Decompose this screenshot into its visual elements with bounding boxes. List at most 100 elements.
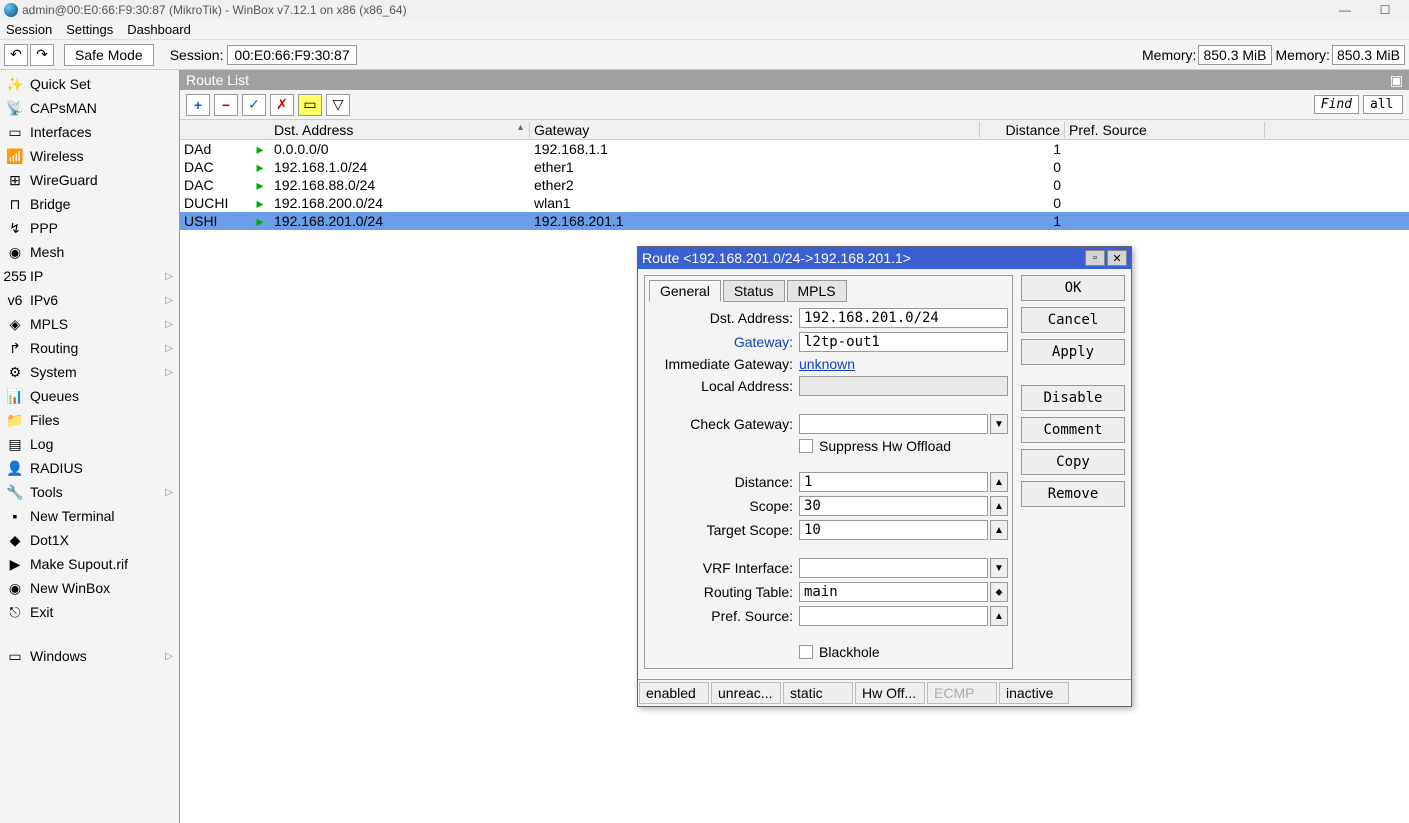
table-row[interactable]: DAd ▸ 0.0.0.0/0 192.168.1.1 1 [180,140,1409,158]
sidebar-item-mesh[interactable]: ◉Mesh [0,240,179,264]
tab-general[interactable]: General [649,280,721,302]
filter-button[interactable]: ▽ [326,94,350,116]
sidebar-item-label: Interfaces [30,124,91,140]
dialog-close-button[interactable]: ✕ [1107,250,1127,266]
sidebar-icon: ▤ [6,435,24,453]
col-dist[interactable]: Distance [980,122,1065,138]
remove-button[interactable]: Remove [1021,481,1125,507]
disable-button[interactable]: ✗ [270,94,294,116]
redo-button[interactable]: ↷ [30,44,54,66]
label-scope: Scope: [649,498,799,514]
sidebar-item-label: Files [30,412,60,428]
distance-spinner-icon[interactable]: ▲ [990,472,1008,492]
tab-mpls[interactable]: MPLS [787,280,847,302]
sidebar-item-label: RADIUS [30,460,83,476]
scope-spinner-icon[interactable]: ▲ [990,496,1008,516]
input-gateway[interactable] [799,332,1008,352]
cancel-button[interactable]: Cancel [1021,307,1125,333]
input-target-scope[interactable] [799,520,988,540]
route-dialog-titlebar[interactable]: Route <192.168.201.0/24->192.168.201.1> … [638,247,1131,269]
sidebar-item-make-supout.rif[interactable]: ▶Make Supout.rif [0,552,179,576]
dialog-form: General Status MPLS Dst. Address: Gatewa… [644,275,1013,669]
col-src[interactable]: Pref. Source [1065,122,1265,138]
table-row[interactable]: DAC ▸ 192.168.1.0/24 ether1 0 [180,158,1409,176]
sidebar-item-windows[interactable]: ▭Windows▷ [0,644,179,668]
input-pref-source[interactable] [799,606,988,626]
checkbox-blackhole[interactable] [799,645,813,659]
input-routing-table[interactable] [799,582,988,602]
menu-dashboard[interactable]: Dashboard [127,22,191,37]
sidebar-item-exit[interactable]: ⎋Exit [0,600,179,624]
sidebar-item-wireless[interactable]: 📶Wireless [0,144,179,168]
ok-button[interactable]: OK [1021,275,1125,301]
sidebar-item-queues[interactable]: 📊Queues [0,384,179,408]
label-dst: Dst. Address: [649,310,799,326]
memory-label2: Memory: [1276,47,1330,63]
sidebar-icon: ⊓ [6,195,24,213]
input-check-gateway[interactable] [799,414,988,434]
table-row[interactable]: DUCHI ▸ 192.168.200.0/24 wlan1 0 [180,194,1409,212]
undo-button[interactable]: ↶ [4,44,28,66]
sidebar-item-tools[interactable]: 🔧Tools▷ [0,480,179,504]
col-gw[interactable]: Gateway [530,122,980,138]
input-scope[interactable] [799,496,988,516]
value-imm-gateway[interactable]: unknown [799,356,855,372]
sidebar-item-mpls[interactable]: ◈MPLS▷ [0,312,179,336]
chevron-right-icon: ▷ [165,487,173,498]
sidebar-item-radius[interactable]: 👤RADIUS [0,456,179,480]
sidebar-icon: ◈ [6,315,24,333]
comment-button[interactable]: ▭ [298,94,322,116]
input-local-address[interactable] [799,376,1008,396]
sidebar-item-new-terminal[interactable]: ▪New Terminal [0,504,179,528]
route-table-header[interactable]: Dst. Address Gateway Distance Pref. Sour… [180,120,1409,140]
minimize-button[interactable]: — [1325,1,1365,19]
sidebar-item-routing[interactable]: ↱Routing▷ [0,336,179,360]
vrf-dropdown-icon[interactable]: ▼ [990,558,1008,578]
sidebar-item-dot1x[interactable]: ◆Dot1X [0,528,179,552]
menu-settings[interactable]: Settings [66,22,113,37]
table-row[interactable]: USHI ▸ 192.168.201.0/24 192.168.201.1 1 [180,212,1409,230]
tab-status[interactable]: Status [723,280,785,302]
status-cell: static [783,682,853,704]
filter-all[interactable]: all [1363,95,1403,114]
sidebar-item-wireguard[interactable]: ⊞WireGuard [0,168,179,192]
window-title: admin@00:E0:66:F9:30:87 (MikroTik) - Win… [22,3,407,17]
dialog-minimize-button[interactable]: ▫ [1085,250,1105,266]
sidebar-item-log[interactable]: ▤Log [0,432,179,456]
app-logo-icon [4,3,18,17]
sidebar-item-quick-set[interactable]: ✨Quick Set [0,72,179,96]
comment-button[interactable]: Comment [1021,417,1125,443]
sidebar-item-ipv6[interactable]: v6IPv6▷ [0,288,179,312]
col-dst[interactable]: Dst. Address [270,122,530,138]
check-gateway-dropdown-icon[interactable]: ▼ [990,414,1008,434]
memory-value: 850.3 MiB [1198,45,1271,65]
sidebar-item-bridge[interactable]: ⊓Bridge [0,192,179,216]
add-button[interactable]: + [186,94,210,116]
checkbox-suppress[interactable] [799,439,813,453]
table-row[interactable]: DAC ▸ 192.168.88.0/24 ether2 0 [180,176,1409,194]
sidebar-item-new-winbox[interactable]: ◉New WinBox [0,576,179,600]
sidebar-item-ip[interactable]: 255IP▷ [0,264,179,288]
sidebar-item-files[interactable]: 📁Files [0,408,179,432]
menu-session[interactable]: Session [6,22,52,37]
sidebar-item-system[interactable]: ⚙System▷ [0,360,179,384]
enable-button[interactable]: ✓ [242,94,266,116]
remove-button[interactable]: − [214,94,238,116]
sidebar-item-interfaces[interactable]: ▭Interfaces [0,120,179,144]
input-dst[interactable] [799,308,1008,328]
target-scope-spinner-icon[interactable]: ▲ [990,520,1008,540]
apply-button[interactable]: Apply [1021,339,1125,365]
route-list-menu-icon[interactable]: ▣ [1390,72,1403,89]
pref-source-spinner-icon[interactable]: ▲ [990,606,1008,626]
route-list-toolbar: + − ✓ ✗ ▭ ▽ Find all [180,90,1409,120]
safe-mode-button[interactable]: Safe Mode [64,44,154,66]
sidebar-item-capsman[interactable]: 📡CAPsMAN [0,96,179,120]
input-vrf[interactable] [799,558,988,578]
disable-button[interactable]: Disable [1021,385,1125,411]
sidebar-item-ppp[interactable]: ↯PPP [0,216,179,240]
maximize-button[interactable]: ☐ [1365,1,1405,19]
input-distance[interactable] [799,472,988,492]
routing-table-dropdown-icon[interactable]: ⬥ [990,582,1008,602]
copy-button[interactable]: Copy [1021,449,1125,475]
find-button[interactable]: Find [1314,95,1359,114]
